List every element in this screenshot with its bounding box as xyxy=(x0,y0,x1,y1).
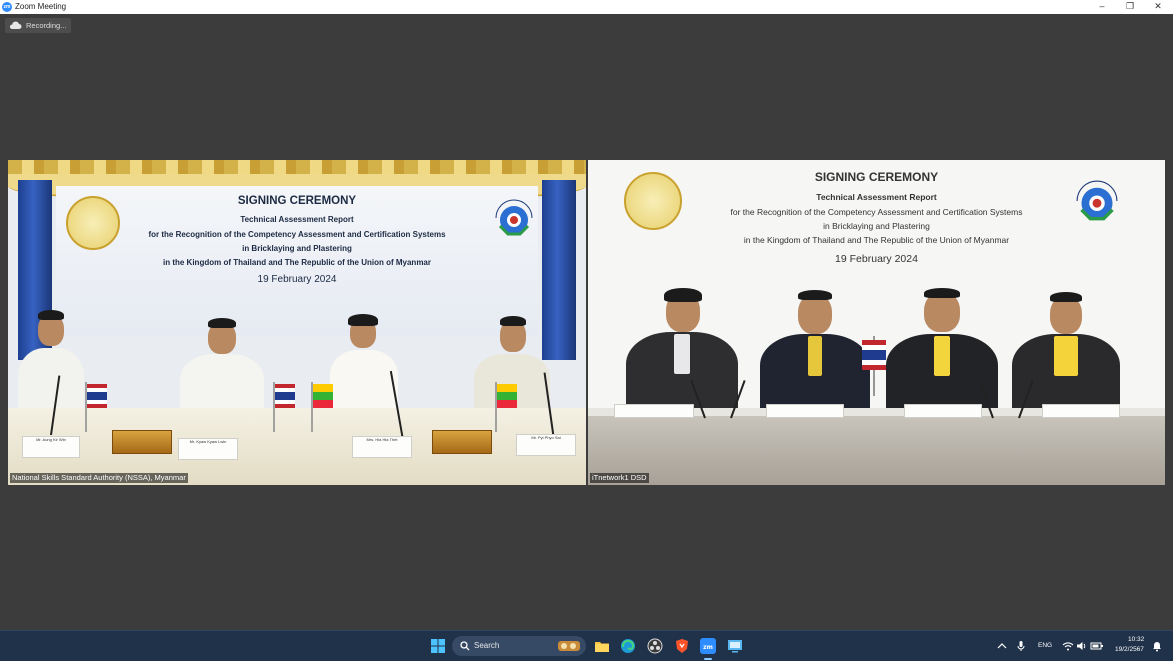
banner-line4: in the Kingdom of Thailand and The Repub… xyxy=(743,235,1010,245)
wifi-icon[interactable] xyxy=(1062,641,1074,651)
window-title-bar: zm Zoom Meeting – ❐ ✕ xyxy=(0,0,1173,14)
recording-indicator[interactable]: Recording... xyxy=(5,18,71,33)
nameplate xyxy=(904,404,982,418)
banner-line1: Technical Assessment Report xyxy=(816,192,937,202)
banner-date: 19 February 2024 xyxy=(835,253,918,265)
nameplate: Mrs. Hla Hla Thet xyxy=(352,436,412,458)
banner-heading: SIGNING CEREMONY xyxy=(814,170,939,184)
zoom-taskbar-icon[interactable]: zm xyxy=(700,638,716,654)
blue-curtain xyxy=(542,180,576,360)
participant-name-tag: iTnetwork1 DSD xyxy=(590,473,649,483)
video-tile-nssa[interactable]: SIGNING CEREMONY Technical Assessment Re… xyxy=(8,160,586,485)
volume-icon[interactable] xyxy=(1076,641,1088,651)
edge-browser-icon[interactable] xyxy=(620,638,636,654)
banner-line3: in Bricklaying and Plastering xyxy=(823,221,930,231)
banner-line1: Technical Assessment Report xyxy=(240,215,354,224)
banner-line4: in the Kingdom of Thailand and The Repub… xyxy=(163,258,431,267)
remote-desktop-icon[interactable] xyxy=(727,638,743,654)
close-button[interactable]: ✕ xyxy=(1144,0,1172,14)
thai-flag-icon xyxy=(273,382,295,432)
thai-flag-icon xyxy=(85,382,107,432)
clock-time[interactable]: 10:32 xyxy=(1128,636,1144,643)
window-title: Zoom Meeting xyxy=(15,2,67,11)
nameplate: Mr. Aung Kir Win xyxy=(22,436,80,458)
cloud-icon xyxy=(9,21,22,29)
video-tile-dsd[interactable]: SIGNING CEREMONY Technical Assessment Re… xyxy=(588,160,1165,485)
brave-browser-icon[interactable] xyxy=(674,638,690,654)
nameplate xyxy=(1042,404,1120,418)
ceremony-banner: SIGNING CEREMONY Technical Assessment Re… xyxy=(56,186,538,336)
windows-start-icon[interactable] xyxy=(430,638,446,654)
nameplate: Mr. Pyi Phyo Sai xyxy=(516,434,576,456)
windows-taskbar: Search zm ENG 10:32 19/2/2567 xyxy=(0,630,1173,661)
search-icon xyxy=(460,641,470,651)
file-explorer-icon[interactable] xyxy=(594,638,610,654)
recording-label: Recording... xyxy=(26,21,67,30)
banner-line2: for the Recognition of the Competency As… xyxy=(148,230,446,239)
search-label: Search xyxy=(474,641,500,650)
search-highlight-icon xyxy=(558,641,580,651)
banner-heading: SIGNING CEREMONY xyxy=(237,195,357,207)
notification-bell-icon[interactable] xyxy=(1152,640,1162,652)
nameplate xyxy=(766,404,844,418)
svg-text:zm: zm xyxy=(703,644,713,651)
zoom-app-icon: zm xyxy=(2,2,12,12)
battery-icon[interactable] xyxy=(1090,641,1104,651)
ceremonial-gold-box xyxy=(112,430,172,454)
banner-date: 19 February 2024 xyxy=(257,274,337,285)
maximize-button[interactable]: ❐ xyxy=(1116,0,1144,14)
chevron-up-icon[interactable] xyxy=(997,642,1007,650)
nameplate: Mr. Kyaw Kyaw Lwin xyxy=(178,438,238,460)
microphone-icon[interactable] xyxy=(1017,640,1025,652)
myanmar-flag-icon xyxy=(495,382,517,432)
obs-icon[interactable] xyxy=(647,638,663,654)
myanmar-flag-icon xyxy=(311,382,333,432)
conference-table xyxy=(588,416,1165,485)
banner-line2: for the Recognition of the Competency As… xyxy=(730,207,1023,217)
taskbar-search-box[interactable]: Search xyxy=(452,636,586,656)
ceremonial-gold-box xyxy=(432,430,492,454)
clock-date[interactable]: 19/2/2567 xyxy=(1115,646,1144,653)
nameplate xyxy=(614,404,694,418)
minimize-button[interactable]: – xyxy=(1088,0,1116,14)
banner-line3: in Bricklaying and Plastering xyxy=(242,244,352,253)
input-language-indicator[interactable]: ENG xyxy=(1038,642,1052,649)
participant-name-tag: National Skills Standard Authority (NSSA… xyxy=(10,473,188,483)
thai-flag-icon xyxy=(862,336,886,396)
